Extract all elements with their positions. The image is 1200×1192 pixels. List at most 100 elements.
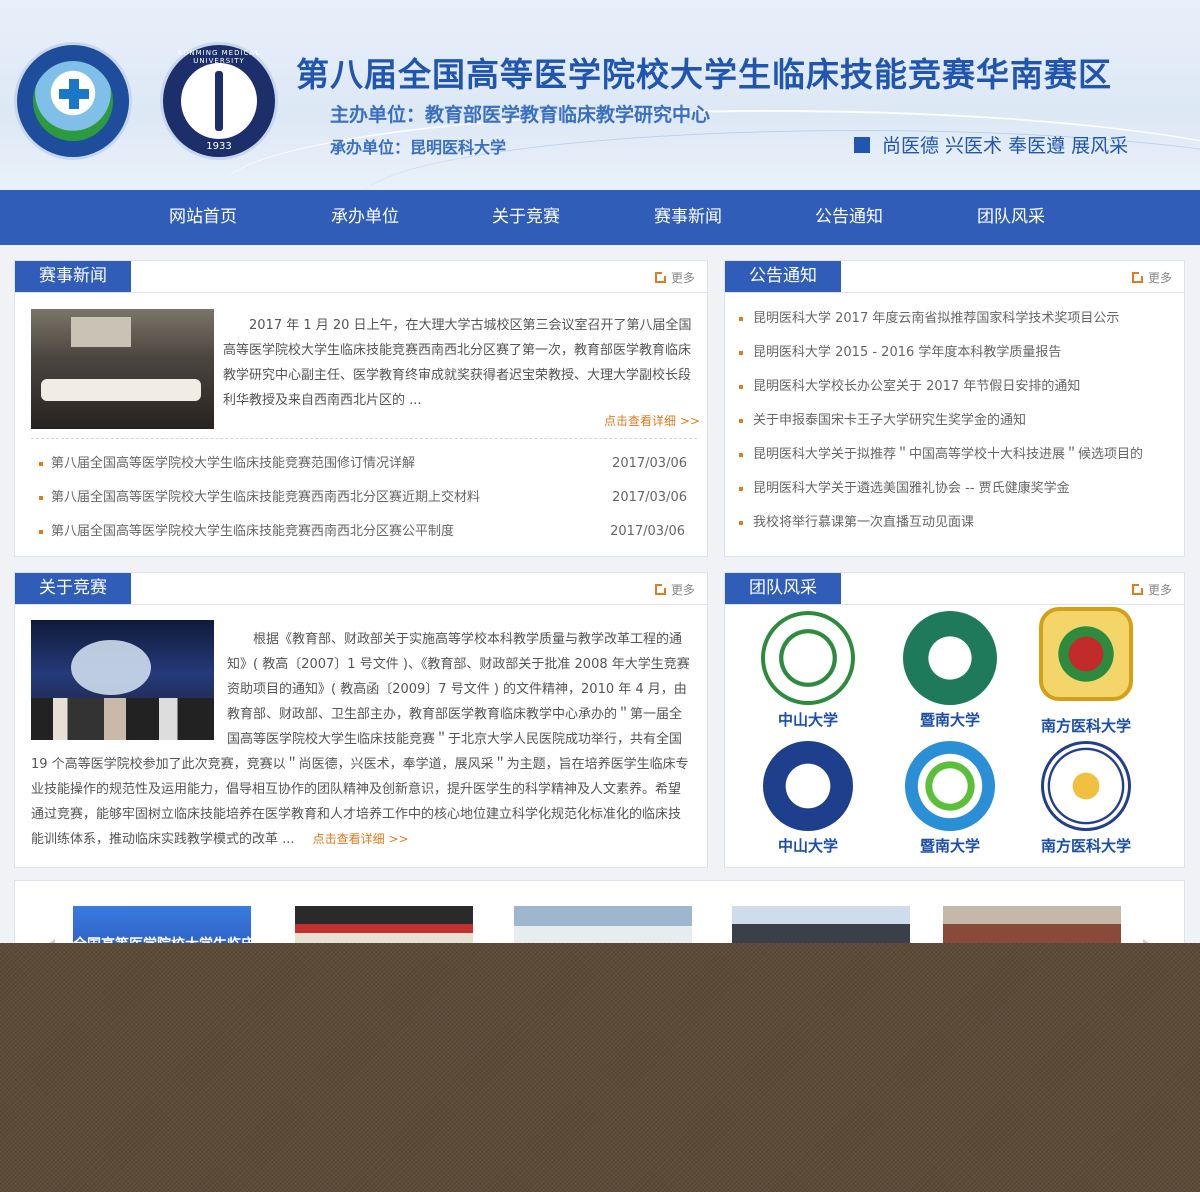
team-name: 暨南大学 — [919, 711, 980, 729]
host-unit: 主办单位：教育部医学教育临床教学研究中心 — [330, 104, 711, 126]
about-text-block: 根据《教育部、财政部关于实施高等学校本科教学质量与教学改革工程的通知》( 教高〔… — [31, 627, 693, 852]
notice-item-title: 我校将举行慕课第一次直播互动见面课 — [753, 515, 975, 530]
notice-item[interactable]: 昆明医科大学 2017 年度云南省拟推荐国家科学技术奖项目公示 — [739, 302, 1170, 336]
news-photo[interactable] — [31, 309, 214, 429]
notice-item-title: 昆明医科大学关于拟推荐＂中国高等学校十大科技进展＂候选项目的 — [753, 447, 1144, 462]
unrendered-area — [0, 943, 1200, 1192]
external-link-icon — [1131, 271, 1144, 283]
news-item[interactable]: 第八届全国高等医学院校大学生临床技能竞赛西南西北分区赛近期上交材料 2017/0… — [39, 481, 687, 515]
site-title: 第八届全国高等医学院校大学生临床技能竞赛华南赛区 — [296, 55, 1112, 94]
notices-more-link[interactable]: 更多 — [1131, 269, 1172, 286]
sysu-emblem-icon — [761, 611, 855, 705]
notices-panel-title: 公告通知 — [725, 261, 841, 292]
team-card[interactable]: 南方医科大学 — [1021, 607, 1151, 736]
conference-table — [41, 379, 201, 401]
news-item-date: 2017/03/06 — [612, 490, 687, 505]
slogan: 尚医德 兴医术 奉医遵 展风采 — [854, 131, 1128, 158]
news-item[interactable]: 第八届全国高等医学院校大学生临床技能竞赛西南西北分区赛公平制度 2017/03/… — [39, 515, 685, 549]
team-name: 暨南大学 — [919, 837, 980, 855]
medical-cross-icon — [59, 79, 89, 109]
news-more-link[interactable]: 更多 — [654, 269, 695, 286]
notice-item[interactable]: 昆明医科大学关于遴选美国雅礼协会 -- 贾氏健康奖学金 — [739, 472, 1170, 506]
about-panel-title: 关于竞赛 — [15, 573, 131, 604]
teams-more-link[interactable]: 更多 — [1131, 581, 1172, 598]
about-panel-header: 关于竞赛 更多 — [15, 573, 707, 605]
news-item-date: 2017/03/06 — [612, 456, 687, 471]
gzmu-emblem-icon — [763, 741, 853, 831]
nav-notices[interactable]: 公告通知 — [789, 190, 909, 245]
external-link-icon — [1131, 583, 1144, 595]
photo-float-spacer — [31, 627, 227, 747]
staff-icon — [215, 71, 223, 131]
news-more-label: 更多 — [670, 271, 695, 285]
nav-about[interactable]: 关于竞赛 — [466, 190, 586, 245]
bullet-icon — [739, 350, 743, 355]
main-nav: 网站首页 承办单位 关于竞赛 赛事新闻 公告通知 团队风采 — [0, 190, 1200, 245]
news-detail-link[interactable]: 点击查看详细 >> — [604, 412, 700, 429]
slogan-text: 尚医德 兴医术 奉医遵 展风采 — [882, 135, 1129, 157]
notice-item[interactable]: 我校将举行慕课第一次直播互动见面课 — [739, 506, 1170, 540]
gdpu-emblem-icon — [1041, 741, 1131, 831]
notice-item-title: 关于申报泰国宋卡王子大学研究生奖学金的通知 — [753, 413, 1027, 428]
news-panel-title: 赛事新闻 — [15, 261, 131, 292]
gdmu-emblem-icon — [905, 741, 995, 831]
teams-more-label: 更多 — [1147, 583, 1172, 597]
bullet-icon — [39, 495, 43, 500]
square-bullet-icon — [854, 136, 870, 153]
about-more-link[interactable]: 更多 — [654, 581, 695, 598]
news-summary: 2017 年 1 月 20 日上午，在大理大学古城校区第三会议室召开了第八届全国… — [223, 318, 692, 408]
smu-emblem-icon — [1039, 607, 1133, 701]
notices-more-label: 更多 — [1147, 271, 1172, 285]
nav-organizer[interactable]: 承办单位 — [305, 190, 425, 245]
photo-gallery: 全国高等医学院校大学生临床 — [14, 880, 1185, 950]
team-card[interactable]: 中山大学 — [743, 741, 873, 856]
organizer-unit: 承办单位：昆明医科大学 — [330, 138, 507, 157]
jnu-emblem-icon — [903, 611, 997, 705]
teams-panel-title: 团队风采 — [725, 573, 841, 604]
team-card[interactable]: 暨南大学 — [885, 741, 1015, 856]
notice-item[interactable]: 昆明医科大学关于拟推荐＂中国高等学校十大科技进展＂候选项目的 — [739, 438, 1170, 472]
news-panel-header: 赛事新闻 更多 — [15, 261, 707, 293]
notice-item[interactable]: 关于申报泰国宋卡王子大学研究生奖学金的通知 — [739, 404, 1170, 438]
news-item[interactable]: 第八届全国高等医学院校大学生临床技能竞赛范围修订情况详解 2017/03/06 — [39, 447, 687, 481]
external-link-icon — [654, 271, 667, 283]
news-divider — [31, 438, 697, 439]
notice-item[interactable]: 昆明医科大学 2015 - 2016 学年度本科教学质量报告 — [739, 336, 1170, 370]
external-link-icon — [654, 583, 667, 595]
news-item-title: 第八届全国高等医学院校大学生临床技能竞赛西南西北分区赛公平制度 — [51, 524, 455, 539]
team-name: 南方医科大学 — [1040, 717, 1131, 735]
teams-panel-header: 团队风采 更多 — [725, 573, 1184, 605]
teams-panel: 团队风采 更多 中山大学 暨南大学 南方医科大学 中山大学 暨南大学 南方医科大… — [724, 572, 1185, 868]
news-item-title: 第八届全国高等医学院校大学生临床技能竞赛西南西北分区赛近期上交材料 — [51, 490, 481, 505]
bullet-icon — [739, 418, 743, 423]
notice-item-title: 昆明医科大学 2015 - 2016 学年度本科教学质量报告 — [753, 345, 1062, 360]
notice-item-title: 昆明医科大学关于遴选美国雅礼协会 -- 贾氏健康奖学金 — [753, 481, 1070, 496]
site-header: KUNMING MEDICAL UNIVERSITY 1933 第八届全国高等医… — [0, 0, 1200, 190]
notices-panel-header: 公告通知 更多 — [725, 261, 1184, 293]
bullet-icon — [739, 384, 743, 389]
team-card[interactable]: 暨南大学 — [885, 611, 1015, 730]
news-item-title: 第八届全国高等医学院校大学生临床技能竞赛范围修订情况详解 — [51, 456, 416, 471]
kunming-medical-university-logo[interactable]: KUNMING MEDICAL UNIVERSITY 1933 — [160, 42, 278, 160]
news-item-date: 2017/03/06 — [610, 524, 685, 539]
notice-item-title: 昆明医科大学 2017 年度云南省拟推荐国家科学技术奖项目公示 — [753, 311, 1120, 326]
competition-logo[interactable] — [14, 42, 132, 160]
nav-home[interactable]: 网站首页 — [143, 190, 263, 245]
nav-news[interactable]: 赛事新闻 — [628, 190, 748, 245]
team-name: 南方医科大学 — [1040, 837, 1131, 855]
bullet-icon — [739, 452, 743, 457]
news-panel: 赛事新闻 更多 2017 年 1 月 20 日上午，在大理大学古城校区第三会议室… — [14, 260, 708, 557]
notices-panel: 公告通知 更多 昆明医科大学 2017 年度云南省拟推荐国家科学技术奖项目公示 … — [724, 260, 1185, 557]
team-card[interactable]: 南方医科大学 — [1021, 741, 1151, 856]
team-name: 中山大学 — [777, 711, 838, 729]
team-card[interactable]: 中山大学 — [743, 611, 873, 730]
logo-year: 1933 — [206, 141, 232, 152]
notice-item[interactable]: 昆明医科大学校长办公室关于 2017 年节假日安排的通知 — [739, 370, 1170, 404]
bullet-icon — [739, 486, 743, 491]
bullet-icon — [39, 529, 43, 534]
bullet-icon — [739, 520, 743, 525]
team-name: 中山大学 — [777, 837, 838, 855]
about-detail-link[interactable]: 点击查看详细 >> — [313, 832, 409, 846]
nav-teams[interactable]: 团队风采 — [951, 190, 1071, 245]
bullet-icon — [39, 461, 43, 466]
